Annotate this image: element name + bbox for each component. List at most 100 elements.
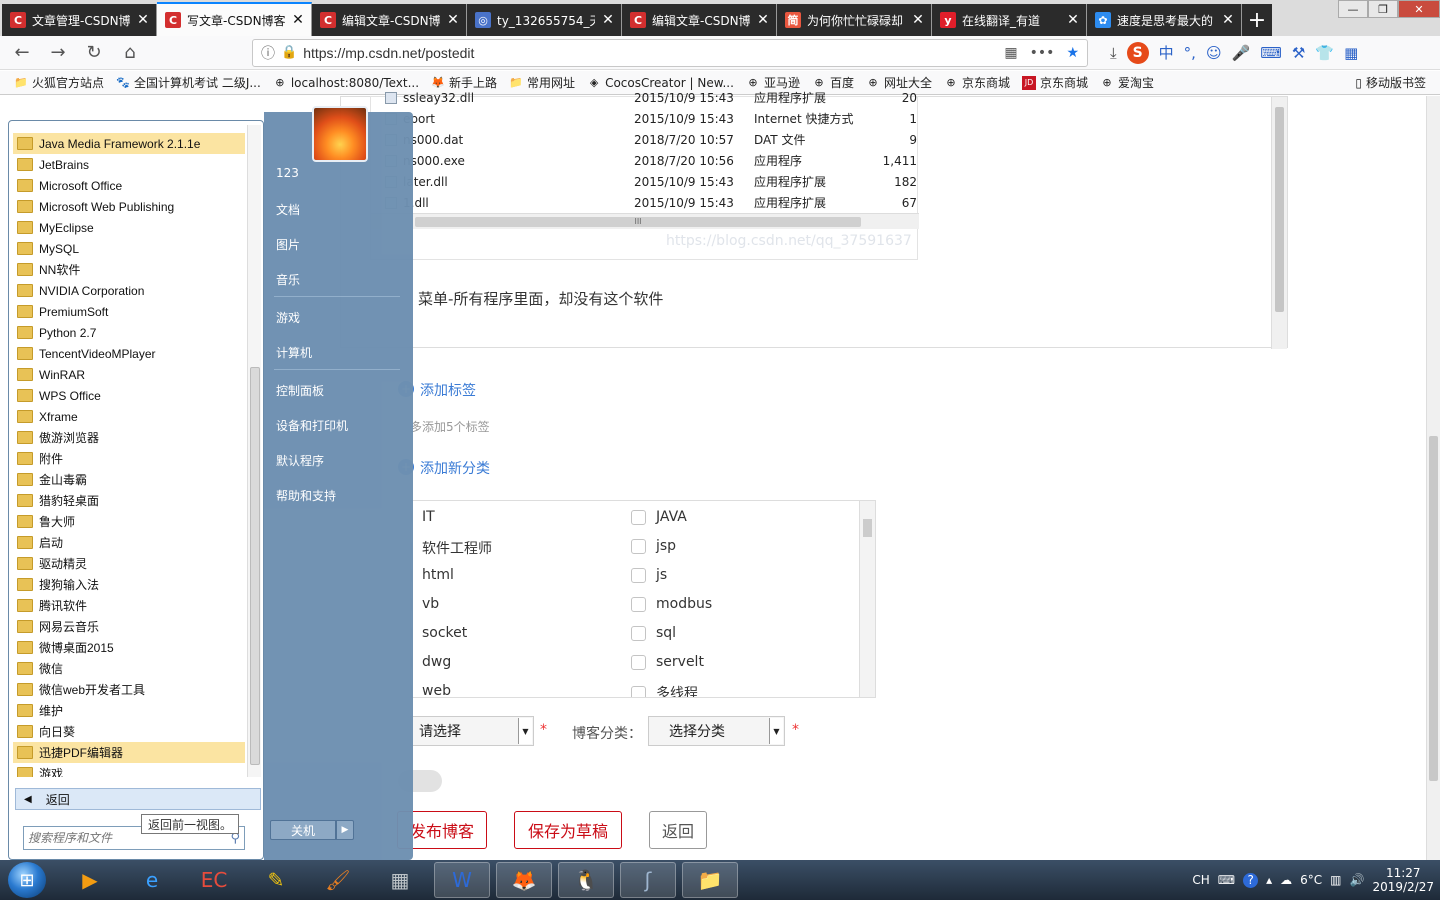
checkbox[interactable] xyxy=(631,509,646,525)
category-option[interactable]: js xyxy=(631,567,667,583)
back-arrow-icon[interactable]: ← xyxy=(8,39,36,67)
close-tab-icon[interactable]: ✕ xyxy=(291,13,305,27)
sogou-ime-icon[interactable]: S xyxy=(1126,41,1149,64)
category-scrollbar[interactable] xyxy=(859,501,875,697)
tab-7[interactable]: ✿ 速度是思考最大的 ✕ xyxy=(1087,4,1242,36)
close-tab-icon[interactable]: ✕ xyxy=(911,13,925,27)
ime-voice-icon[interactable]: 🎤 xyxy=(1232,44,1251,62)
tab-5[interactable]: 简为何你忙忙碌碌却 ✕ xyxy=(777,4,932,36)
volume-icon[interactable]: 🔊 xyxy=(1350,873,1365,887)
category-option[interactable]: IT xyxy=(411,509,435,525)
url-input[interactable] xyxy=(303,44,999,61)
qq-icon[interactable]: 🐧 xyxy=(558,862,614,898)
tab-4[interactable]: C 编辑文章-CSDN博客 ✕ xyxy=(622,4,777,36)
start-link[interactable]: 游戏 xyxy=(276,309,300,326)
program-folder[interactable]: 搜狗输入法 xyxy=(13,574,245,595)
program-folder[interactable]: JetBrains xyxy=(13,154,245,175)
app-s-icon[interactable]: ʃ xyxy=(620,862,676,898)
program-folder[interactable]: 金山毒霸 xyxy=(13,469,245,490)
reload-icon[interactable]: ↻ xyxy=(80,39,108,67)
program-folder[interactable]: MySQL xyxy=(13,238,245,259)
program-folder[interactable]: Java Media Framework 2.1.1e xyxy=(13,133,245,154)
program-folder[interactable]: 迅捷PDF编辑器 xyxy=(13,742,245,763)
start-link[interactable]: 计算机 xyxy=(276,344,312,361)
paint-icon[interactable]: ✎ xyxy=(248,862,304,898)
close-window-icon[interactable]: ✕ xyxy=(1398,0,1440,18)
program-folder[interactable]: WinRAR xyxy=(13,364,245,385)
program-folder[interactable]: 傲游浏览器 xyxy=(13,427,245,448)
ime-menu-icon[interactable]: ▦ xyxy=(1344,44,1358,62)
start-link[interactable]: 音乐 xyxy=(276,271,300,288)
close-tab-icon[interactable]: ✕ xyxy=(1066,13,1080,27)
category-option[interactable]: servelt xyxy=(631,654,704,670)
program-folder[interactable]: Python 2.7 xyxy=(13,322,245,343)
category-option[interactable]: socket xyxy=(411,625,467,641)
program-folder[interactable]: 维护 xyxy=(13,700,245,721)
network-icon[interactable]: ▥ xyxy=(1330,873,1341,887)
calculator-icon[interactable]: ▦ xyxy=(372,862,428,898)
program-folder[interactable]: 猎豹轻桌面 xyxy=(13,490,245,511)
program-folder[interactable]: 附件 xyxy=(13,448,245,469)
start-link[interactable]: 帮助和支持 xyxy=(276,487,336,504)
program-folder[interactable]: NVIDIA Corporation xyxy=(13,280,245,301)
info-icon[interactable]: ⓘ xyxy=(261,43,275,63)
program-folder[interactable]: 微博桌面2015 xyxy=(13,637,245,658)
program-folder[interactable]: WPS Office xyxy=(13,385,245,406)
checkbox[interactable] xyxy=(631,685,646,697)
firefox-icon[interactable]: 🦊 xyxy=(496,862,552,898)
help-icon[interactable]: ? xyxy=(1243,872,1259,888)
chevron-down-icon[interactable]: ▼ xyxy=(769,718,783,744)
program-folder[interactable]: 游戏 xyxy=(13,763,245,777)
tab-2[interactable]: C 编辑文章-CSDN博客 ✕ xyxy=(312,4,467,36)
checkbox[interactable] xyxy=(631,567,646,583)
programs-scrollbar[interactable] xyxy=(247,125,261,777)
category-option[interactable]: web xyxy=(411,683,451,697)
add-category-link[interactable]: 添加新分类 xyxy=(420,458,490,478)
editor-scrollbar[interactable] xyxy=(1271,97,1287,349)
ime-emoji-icon[interactable]: ☺ xyxy=(1206,44,1222,62)
category-option[interactable]: 多线程 xyxy=(631,683,698,697)
checkbox[interactable] xyxy=(631,625,646,641)
close-tab-icon[interactable]: ✕ xyxy=(446,13,460,27)
keyboard-icon[interactable]: ⌨ xyxy=(1218,873,1235,887)
article-type-select[interactable]: 请选择 ▼ xyxy=(410,716,534,746)
start-link[interactable]: 文档 xyxy=(276,201,300,218)
program-folder[interactable]: MyEclipse xyxy=(13,217,245,238)
ime-skin-icon[interactable]: 👕 xyxy=(1315,44,1334,62)
program-folder[interactable]: Microsoft Web Publishing xyxy=(13,196,245,217)
close-tab-icon[interactable]: ✕ xyxy=(136,13,150,27)
program-folder[interactable]: 微信web开发者工具 xyxy=(13,679,245,700)
ime-tools-icon[interactable]: ⚒ xyxy=(1292,44,1305,62)
start-link[interactable]: 123 xyxy=(276,166,299,180)
shutdown-button[interactable]: 关机 xyxy=(270,820,336,840)
explorer-icon[interactable]: 📁 xyxy=(682,862,738,898)
close-tab-icon[interactable]: ✕ xyxy=(601,13,615,27)
ec-icon[interactable]: EC xyxy=(186,862,242,898)
checkbox[interactable] xyxy=(631,654,646,670)
save-draft-button[interactable]: 保存为草稿 xyxy=(514,811,622,849)
close-tab-icon[interactable]: ✕ xyxy=(1221,13,1235,27)
checkbox[interactable] xyxy=(631,596,646,612)
ime-chinese-icon[interactable]: 中 xyxy=(1159,42,1174,63)
category-option[interactable]: dwg xyxy=(411,654,451,670)
clock[interactable]: 11:27 2019/2/27 xyxy=(1372,866,1434,894)
page-scrollbar[interactable] xyxy=(1426,96,1440,860)
bookmark-star-icon[interactable]: ★ xyxy=(1066,45,1079,61)
home-icon[interactable]: ⌂ xyxy=(116,39,144,67)
back-button[interactable]: 返回 xyxy=(649,811,707,849)
close-tab-icon[interactable]: ✕ xyxy=(756,13,770,27)
tab-6[interactable]: y 在线翻译_有道 ✕ xyxy=(932,4,1087,36)
new-tab-button[interactable]: + xyxy=(1242,4,1272,36)
restore-icon[interactable]: ❐ xyxy=(1368,0,1398,18)
bookmark-item[interactable]: ⊕ 爱淘宝 xyxy=(1100,74,1154,91)
ime-indicator[interactable]: CH xyxy=(1192,873,1209,887)
start-menu-back-item[interactable]: ◀ 返回 xyxy=(15,788,261,810)
qr-code-icon[interactable]: ▦ xyxy=(1004,45,1017,61)
bookmark-item[interactable]: 🐾 全国计算机考试 二级J... xyxy=(116,74,261,91)
category-option[interactable]: sql xyxy=(631,625,676,641)
media-player-icon[interactable]: ▶ xyxy=(62,862,118,898)
minimize-icon[interactable]: — xyxy=(1338,0,1368,18)
more-options-icon[interactable]: ••• xyxy=(1030,45,1055,61)
program-folder[interactable]: TencentVideoMPlayer xyxy=(13,343,245,364)
program-folder[interactable]: PremiumSoft xyxy=(13,301,245,322)
